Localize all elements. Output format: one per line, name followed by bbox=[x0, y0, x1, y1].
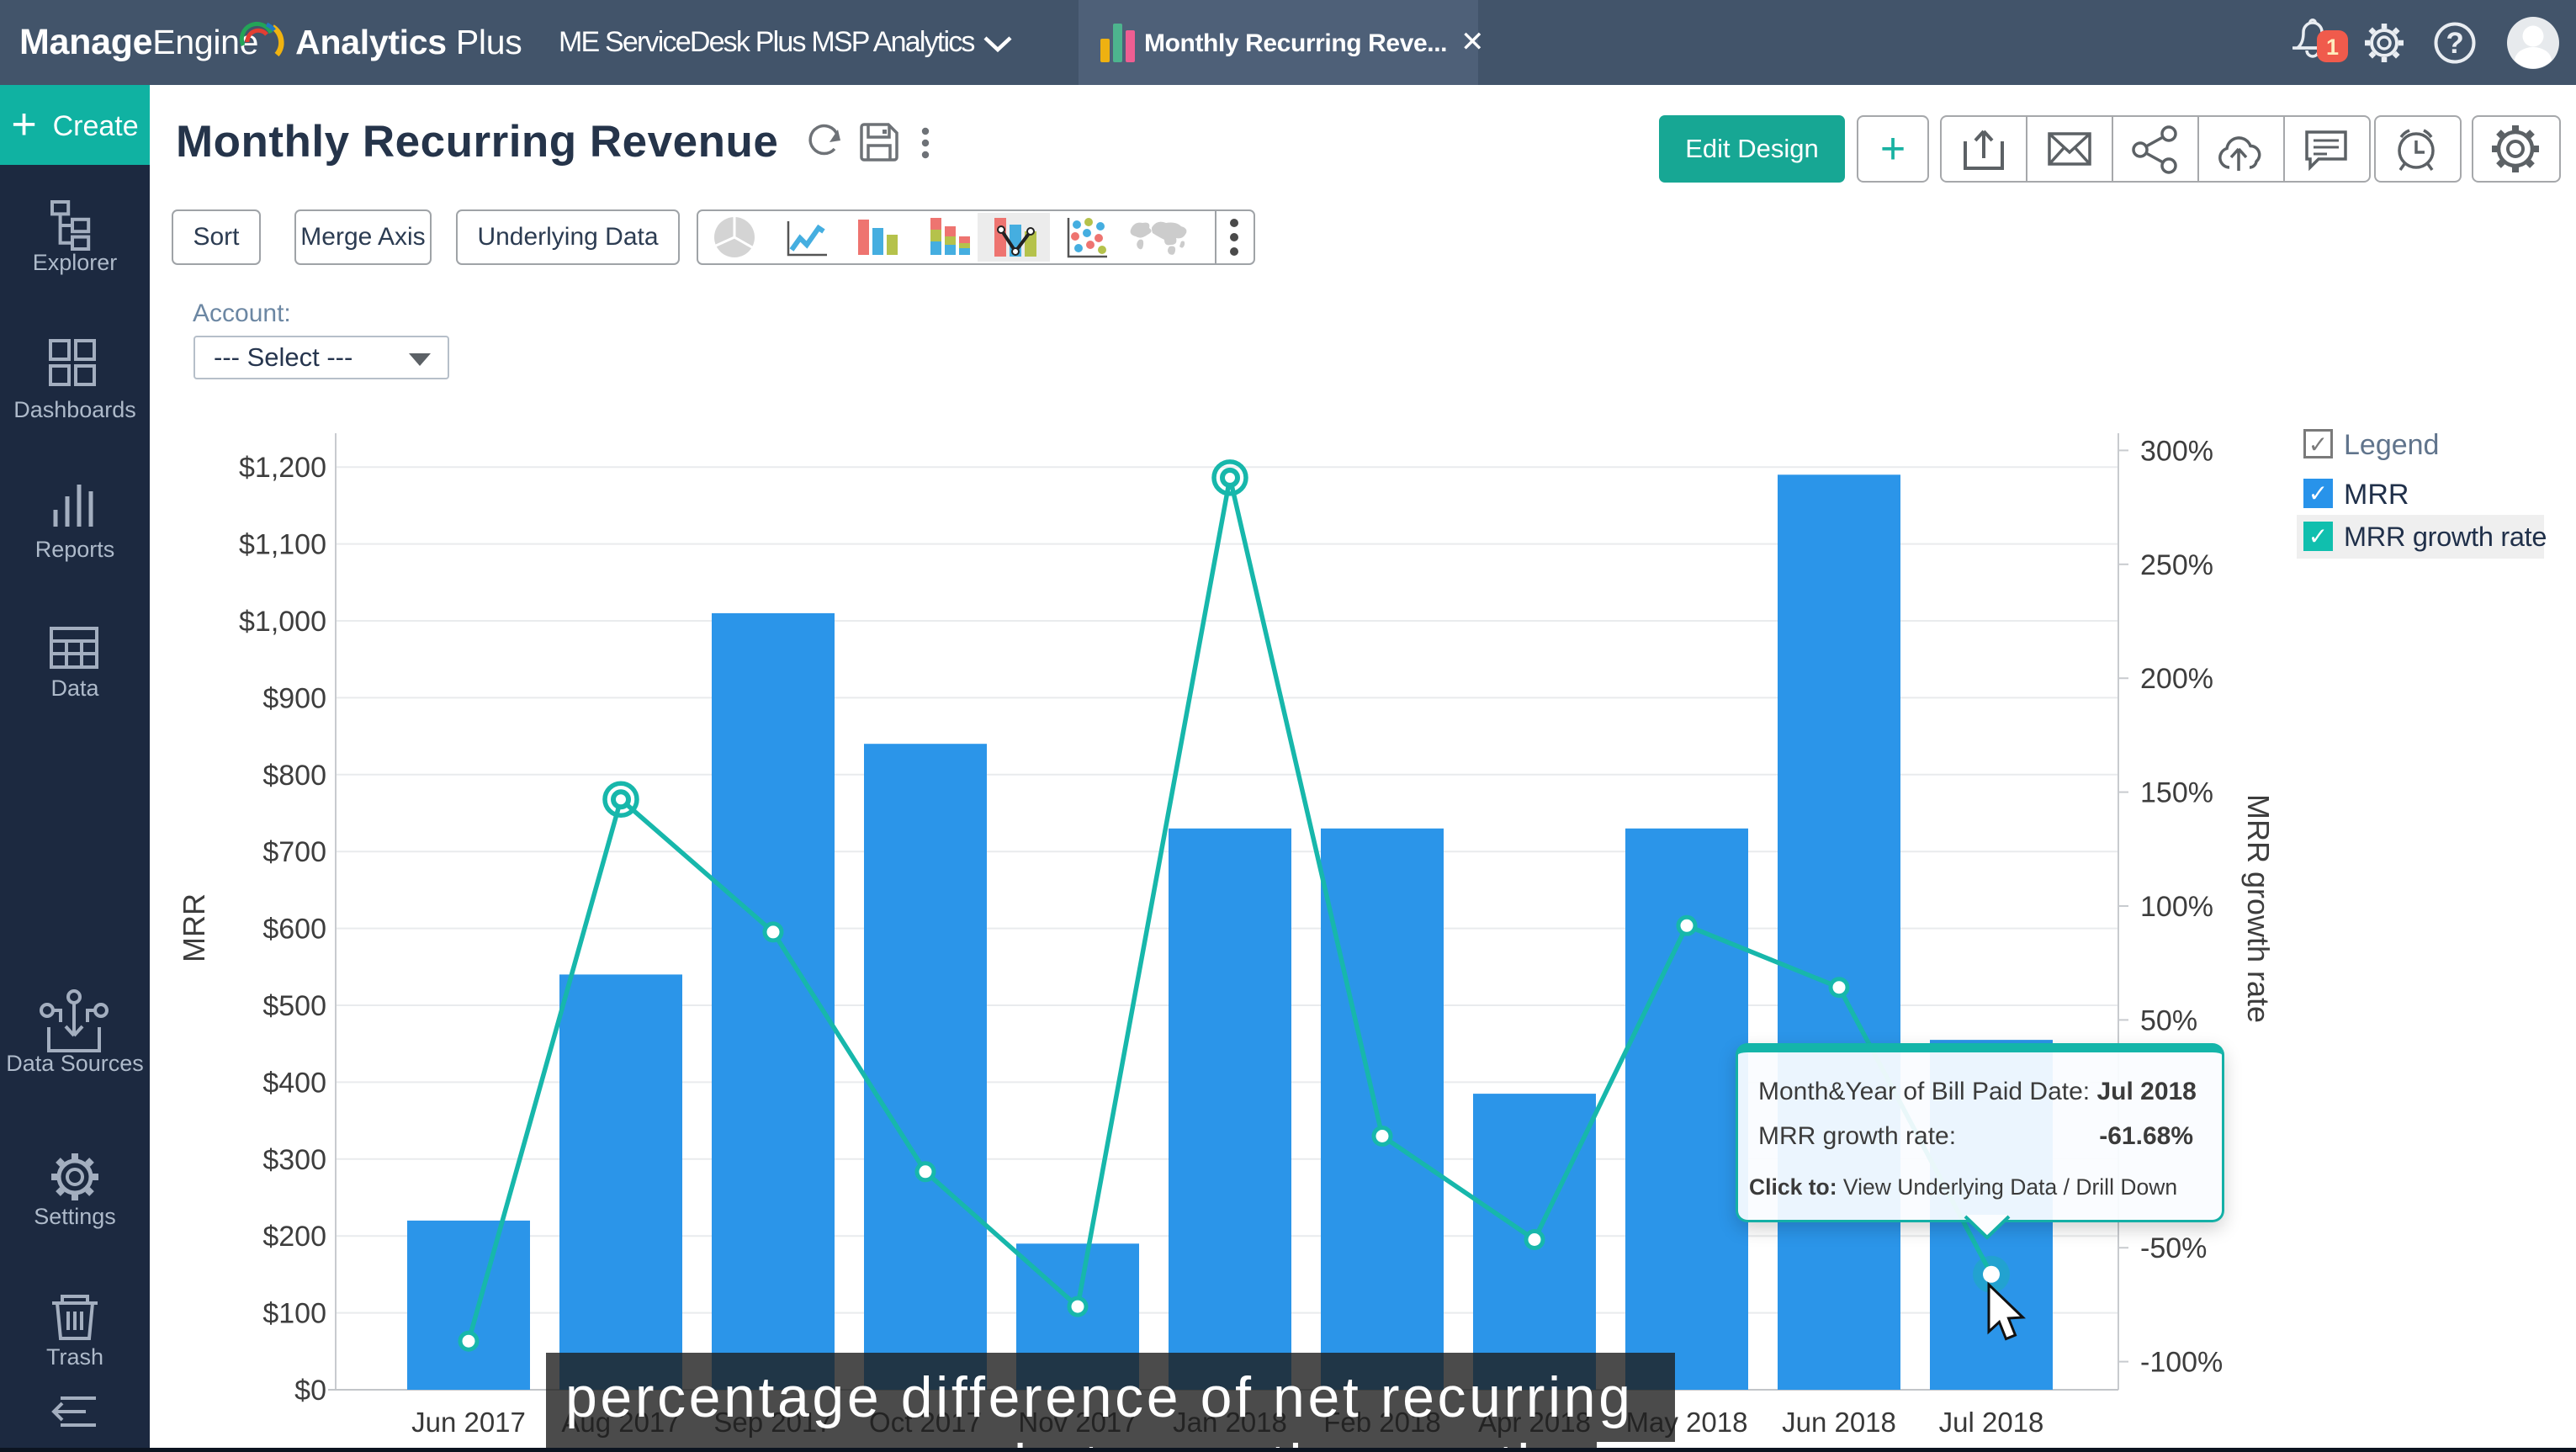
svg-text:$1,000: $1,000 bbox=[239, 606, 326, 638]
svg-text:$900: $900 bbox=[262, 682, 326, 714]
svg-text:$1,100: $1,100 bbox=[239, 529, 326, 561]
svg-text:$500: $500 bbox=[262, 990, 326, 1022]
svg-text:Jul 2018: Jul 2018 bbox=[1939, 1407, 2044, 1438]
svg-text:$400: $400 bbox=[262, 1067, 326, 1099]
svg-text:Jun 2018: Jun 2018 bbox=[1782, 1407, 1896, 1438]
svg-text:$800: $800 bbox=[262, 760, 326, 792]
svg-text:$200: $200 bbox=[262, 1221, 326, 1253]
svg-text:MRR: MRR bbox=[177, 893, 211, 962]
svg-text:$600: $600 bbox=[262, 914, 326, 946]
svg-text:-50%: -50% bbox=[2140, 1232, 2207, 1264]
svg-text:-100%: -100% bbox=[2140, 1347, 2223, 1379]
svg-text:$100: $100 bbox=[262, 1298, 326, 1330]
svg-text:Jun 2017: Jun 2017 bbox=[411, 1407, 526, 1438]
svg-text:150%: 150% bbox=[2140, 777, 2213, 809]
svg-text:250%: 250% bbox=[2140, 549, 2213, 581]
svg-text:50%: 50% bbox=[2140, 1004, 2197, 1036]
svg-text:MRR growth rate: MRR growth rate bbox=[2241, 794, 2276, 1023]
svg-text:$1,200: $1,200 bbox=[239, 452, 326, 484]
svg-text:100%: 100% bbox=[2140, 891, 2213, 923]
svg-text:300%: 300% bbox=[2140, 435, 2213, 467]
svg-text:$300: $300 bbox=[262, 1144, 326, 1176]
svg-text:$700: $700 bbox=[262, 836, 326, 868]
svg-text:200%: 200% bbox=[2140, 663, 2213, 695]
svg-text:1: 1 bbox=[2326, 34, 2339, 60]
svg-text:?: ? bbox=[2446, 27, 2463, 60]
svg-text:$0: $0 bbox=[294, 1375, 326, 1407]
